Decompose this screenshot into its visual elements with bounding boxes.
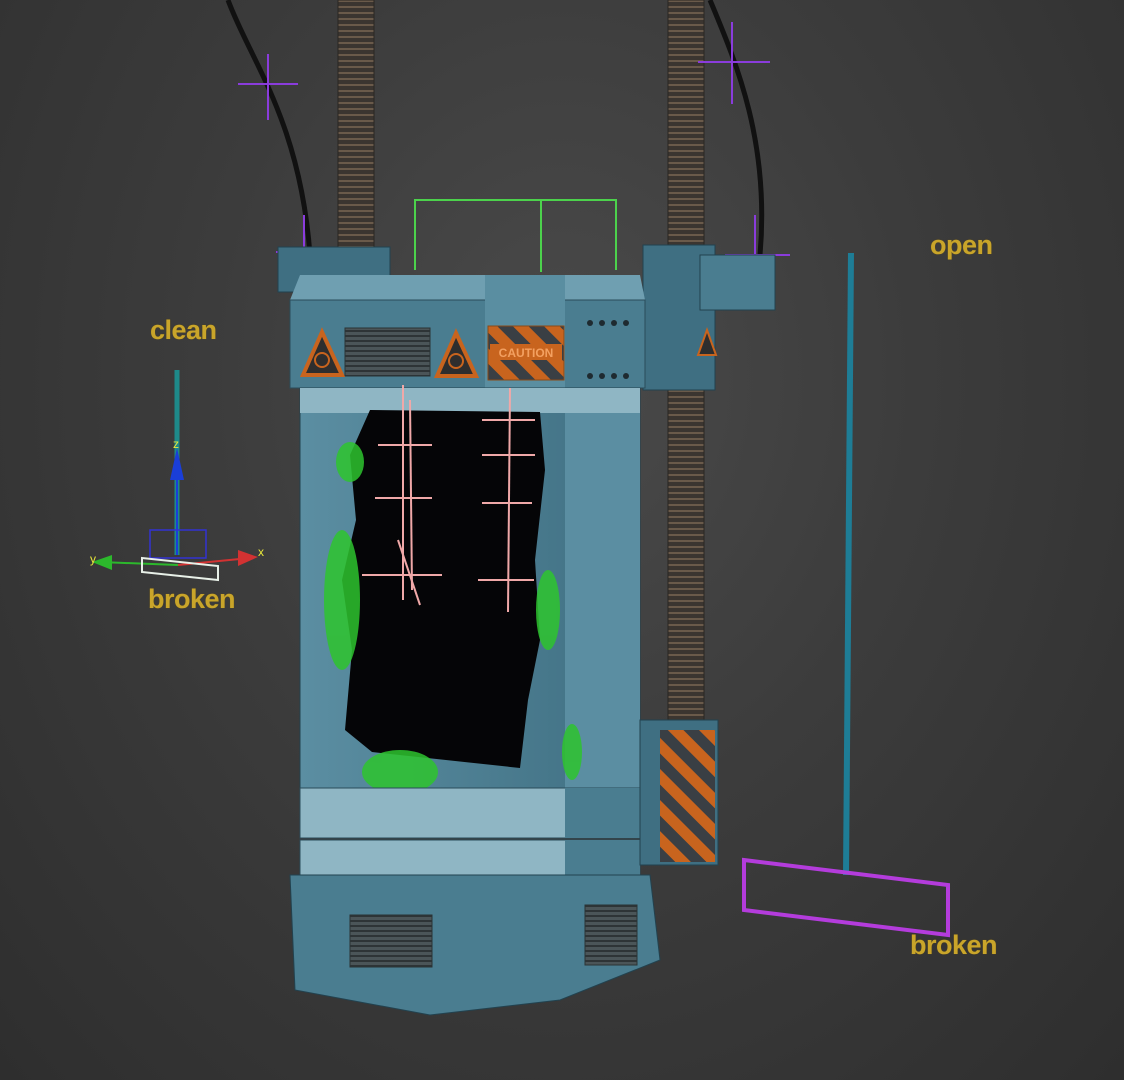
gizmo-axis-x: x (258, 545, 264, 559)
vent-grate (344, 327, 431, 377)
label-open[interactable]: open (930, 230, 993, 261)
transform-gizmo-icon[interactable]: z y x (90, 370, 264, 582)
gizmo-axis-y: y (90, 552, 96, 566)
rail-left[interactable] (337, 0, 375, 251)
label-broken-left[interactable]: broken (148, 584, 236, 615)
gizmo-axis-z: z (173, 437, 179, 451)
tank-top-cap[interactable] (290, 275, 645, 300)
slider-track[interactable] (843, 252, 854, 876)
3d-viewport[interactable]: CAUTION z y x (0, 0, 1124, 1080)
box-helper-top[interactable] (414, 199, 617, 272)
label-broken-right[interactable]: broken (910, 930, 998, 961)
caution-sign-text: CAUTION (499, 346, 554, 360)
cable-left[interactable] (225, 0, 313, 256)
point-helper-icon[interactable] (698, 22, 770, 104)
label-clean[interactable]: clean (150, 315, 217, 346)
broken-glass-hole[interactable] (342, 410, 545, 768)
slider-box-broken[interactable] (742, 857, 950, 938)
cable-right[interactable] (707, 0, 765, 256)
caution-sign: CAUTION (487, 325, 565, 381)
point-helper-icon[interactable] (238, 54, 298, 120)
